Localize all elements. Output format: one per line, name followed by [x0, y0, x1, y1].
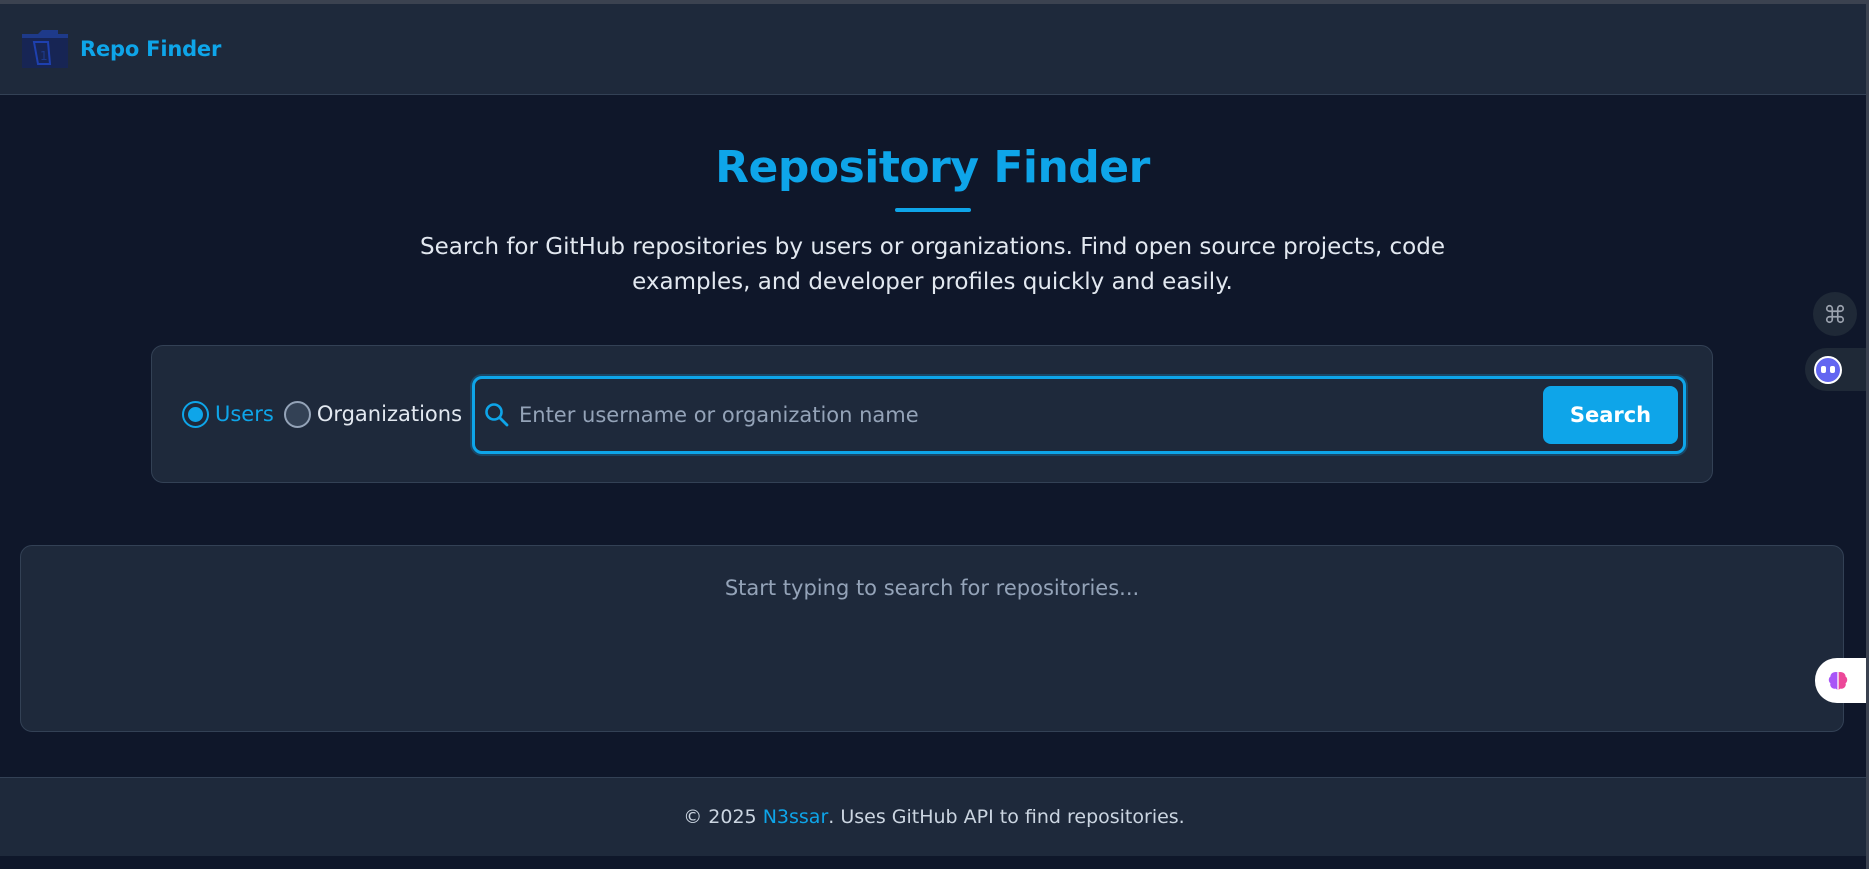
footer-author-link[interactable]: N3ssar — [763, 806, 829, 828]
brand-name[interactable]: Repo Finder — [80, 37, 221, 61]
search-box: Search — [472, 376, 1686, 454]
navbar: 1 Repo Finder — [0, 4, 1868, 95]
bot-face-icon — [1814, 355, 1842, 384]
search-panel: Users Organizations Search — [151, 345, 1713, 483]
command-icon[interactable] — [1813, 292, 1857, 336]
bot-icon[interactable] — [1805, 348, 1866, 391]
title-underline — [894, 208, 971, 212]
footer-tail: . Uses GitHub API to find repositories. — [828, 806, 1185, 828]
results-panel: Start typing to search for repositories.… — [20, 545, 1844, 732]
radio-users-label[interactable]: Users — [215, 402, 274, 426]
search-type-radio-group: Users Organizations — [182, 346, 462, 482]
footer: © 2025 N3ssar. Uses GitHub API to find r… — [0, 777, 1868, 856]
results-empty-message: Start typing to search for repositories.… — [724, 576, 1140, 600]
search-button[interactable]: Search — [1543, 386, 1678, 444]
svg-text:1: 1 — [40, 49, 48, 63]
radio-users[interactable]: Users — [182, 400, 274, 428]
brain-icon[interactable] — [1815, 658, 1866, 703]
radio-organizations-label[interactable]: Organizations — [317, 402, 462, 426]
search-input[interactable] — [511, 385, 1543, 445]
radio-users-indicator[interactable] — [182, 400, 209, 428]
page-title: Repository Finder — [715, 142, 1150, 193]
radio-organizations-indicator[interactable] — [283, 400, 311, 428]
page-description: Search for GitHub repositories by users … — [420, 234, 1445, 295]
repository-folder-icon[interactable]: 1 — [20, 28, 70, 70]
footer-copyright: © 2025 — [683, 806, 757, 828]
radio-organizations[interactable]: Organizations — [283, 400, 462, 428]
window-bottom-edge — [0, 856, 1869, 869]
search-icon — [483, 401, 511, 429]
hero: Repository Finder Search for GitHub repo… — [0, 140, 1865, 300]
